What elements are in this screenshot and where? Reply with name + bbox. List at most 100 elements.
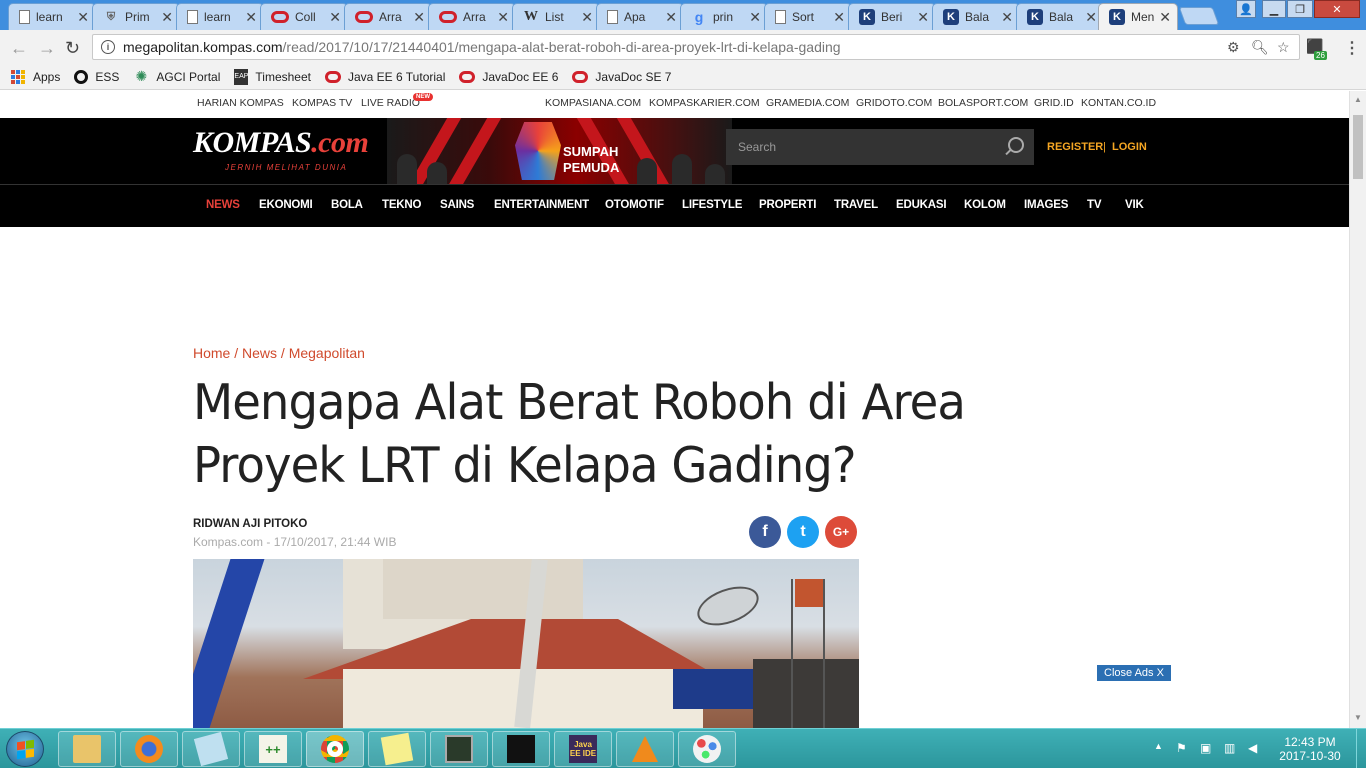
- taskbar-terminal[interactable]: [492, 731, 550, 767]
- link-live-radio[interactable]: LIVE RADIO: [361, 97, 420, 109]
- close-tab-icon[interactable]: ✕: [77, 9, 89, 26]
- volume-icon[interactable]: ◀: [1248, 741, 1257, 755]
- maximize-button[interactable]: ❐: [1287, 0, 1313, 18]
- nav-edukasi[interactable]: EDUKASI: [896, 199, 947, 211]
- browser-tab[interactable]: Coll ✕: [260, 3, 348, 30]
- browser-tab[interactable]: Sort ✕: [764, 3, 852, 30]
- close-tab-icon[interactable]: ✕: [581, 9, 593, 26]
- page-scrollbar[interactable]: ▲ ▼: [1349, 91, 1366, 728]
- close-tab-icon[interactable]: ✕: [329, 9, 341, 26]
- sumpah-pemuda-banner[interactable]: SUMPAH PEMUDA: [387, 118, 732, 184]
- minimize-button[interactable]: ▁: [1262, 0, 1286, 18]
- article-author[interactable]: RIDWAN AJI PITOKO: [193, 518, 307, 530]
- new-tab-button[interactable]: [1178, 7, 1220, 25]
- taskbar-task-manager[interactable]: [430, 731, 488, 767]
- link-kompas-tv[interactable]: KOMPAS TV: [292, 97, 352, 109]
- browser-tab-active[interactable]: K Men ✕: [1098, 3, 1178, 30]
- share-google-plus-button[interactable]: G+: [825, 516, 857, 548]
- close-tab-icon[interactable]: ✕: [833, 9, 845, 26]
- browser-tab[interactable]: K Bala ✕: [1016, 3, 1104, 30]
- bookmark-java-ee-tutorial[interactable]: Java EE 6 Tutorial: [324, 70, 445, 84]
- close-tab-icon[interactable]: ✕: [665, 9, 677, 26]
- taskbar-notepad[interactable]: [182, 731, 240, 767]
- bookmark-star-icon[interactable]: ☆: [1277, 39, 1290, 56]
- share-facebook-button[interactable]: f: [749, 516, 781, 548]
- scroll-down-icon[interactable]: ▼: [1354, 713, 1362, 722]
- menu-dots-icon[interactable]: ⋮: [1344, 38, 1360, 58]
- breadcrumb[interactable]: Home / News / Megapolitan: [193, 345, 365, 361]
- bookmark-timesheet[interactable]: EAP Timesheet: [234, 68, 311, 85]
- close-tab-icon[interactable]: ✕: [161, 9, 173, 26]
- site-search-input[interactable]: Search: [726, 129, 1034, 165]
- scroll-up-icon[interactable]: ▲: [1354, 95, 1362, 104]
- nav-vik[interactable]: VIK: [1125, 199, 1144, 211]
- taskbar-file-explorer[interactable]: [58, 731, 116, 767]
- bookmark-javadoc-ee6[interactable]: JavaDoc EE 6: [459, 70, 558, 84]
- action-center-icon[interactable]: ⚑: [1176, 741, 1187, 755]
- bookmark-agci-portal[interactable]: ✺ AGCI Portal: [133, 68, 221, 85]
- nav-kolom[interactable]: KOLOM: [964, 199, 1006, 211]
- close-window-button[interactable]: ✕: [1314, 0, 1360, 18]
- reload-icon[interactable]: ↻: [65, 38, 80, 59]
- start-button[interactable]: [6, 731, 44, 767]
- bookmark-apps[interactable]: Apps: [10, 69, 60, 85]
- scroll-thumb[interactable]: [1353, 115, 1363, 179]
- nav-tv[interactable]: TV: [1087, 199, 1102, 211]
- browser-tab[interactable]: ⛨ Prim ✕: [92, 3, 180, 30]
- bookmark-ess[interactable]: ESS: [74, 69, 119, 84]
- taskbar-java-ee-ide[interactable]: Java EE IDE: [554, 731, 612, 767]
- user-profile-icon[interactable]: 👤: [1236, 0, 1256, 18]
- browser-tab[interactable]: K Beri ✕: [848, 3, 936, 30]
- browser-tab[interactable]: Arra ✕: [344, 3, 432, 30]
- bookmark-javadoc-se7[interactable]: JavaDoc SE 7: [572, 70, 671, 84]
- link-harian-kompas[interactable]: HARIAN KOMPAS: [197, 97, 284, 109]
- taskbar-vlc[interactable]: [616, 731, 674, 767]
- taskbar-paint[interactable]: [678, 731, 736, 767]
- nav-ekonomi[interactable]: EKONOMI: [259, 199, 313, 211]
- zoom-icon[interactable]: 🔍︎: [1251, 39, 1269, 56]
- show-desktop-button[interactable]: [1356, 729, 1366, 768]
- link-grid-id[interactable]: GRID.ID: [1034, 97, 1074, 109]
- close-tab-icon[interactable]: ✕: [1001, 9, 1013, 26]
- taskbar-notepad-plus[interactable]: ++: [244, 731, 302, 767]
- network-icon[interactable]: ▥: [1224, 741, 1235, 755]
- close-tab-icon[interactable]: ✕: [1085, 9, 1097, 26]
- browser-tab[interactable]: K Bala ✕: [932, 3, 1020, 30]
- close-ads-button[interactable]: Close Ads X: [1097, 665, 1171, 681]
- browser-tab[interactable]: learn ✕: [176, 3, 264, 30]
- site-info-icon[interactable]: i: [101, 40, 115, 54]
- login-link[interactable]: LOGIN: [1112, 141, 1147, 153]
- close-tab-icon[interactable]: ✕: [1159, 9, 1171, 26]
- taskbar-sticky-notes[interactable]: [368, 731, 426, 767]
- article-photo[interactable]: [193, 559, 859, 728]
- close-tab-icon[interactable]: ✕: [413, 9, 425, 26]
- browser-tab[interactable]: Apa ✕: [596, 3, 684, 30]
- address-bar[interactable]: i megapolitan.kompas.com/read/2017/10/17…: [92, 34, 1300, 60]
- browser-tab[interactable]: learn ✕: [8, 3, 96, 30]
- share-twitter-button[interactable]: t: [787, 516, 819, 548]
- taskbar-firefox[interactable]: [120, 731, 178, 767]
- forward-arrow-icon[interactable]: →: [38, 38, 56, 59]
- close-tab-icon[interactable]: ✕: [917, 9, 929, 26]
- browser-tab[interactable]: Arra ✕: [428, 3, 516, 30]
- close-tab-icon[interactable]: ✕: [497, 9, 509, 26]
- nav-news[interactable]: NEWS: [206, 199, 240, 211]
- nav-sains[interactable]: SAINS: [440, 199, 474, 211]
- browser-tab[interactable]: W List ✕: [512, 3, 600, 30]
- register-link[interactable]: REGISTER: [1047, 141, 1103, 153]
- link-gramedia[interactable]: GRAMEDIA.COM: [766, 97, 849, 109]
- device-icon[interactable]: ▣: [1200, 741, 1211, 755]
- nav-tekno[interactable]: TEKNO: [382, 199, 421, 211]
- nav-bola[interactable]: BOLA: [331, 199, 363, 211]
- system-clock[interactable]: 12:43 PM 2017-10-30: [1270, 735, 1350, 763]
- close-tab-icon[interactable]: ✕: [245, 9, 257, 26]
- link-kompasiana[interactable]: KOMPASIANA.COM: [545, 97, 641, 109]
- search-icon[interactable]: [1008, 137, 1024, 153]
- taskbar-chrome[interactable]: [306, 731, 364, 767]
- browser-tab[interactable]: g prin ✕: [680, 3, 768, 30]
- cookie-blocked-icon[interactable]: ⚙: [1227, 39, 1240, 56]
- kompas-logo[interactable]: KOMPAS.com: [193, 126, 369, 160]
- link-kompaskarier[interactable]: KOMPASKARIER.COM: [649, 97, 760, 109]
- nav-lifestyle[interactable]: LIFESTYLE: [682, 199, 742, 211]
- link-gridoto[interactable]: GRIDOTO.COM: [856, 97, 932, 109]
